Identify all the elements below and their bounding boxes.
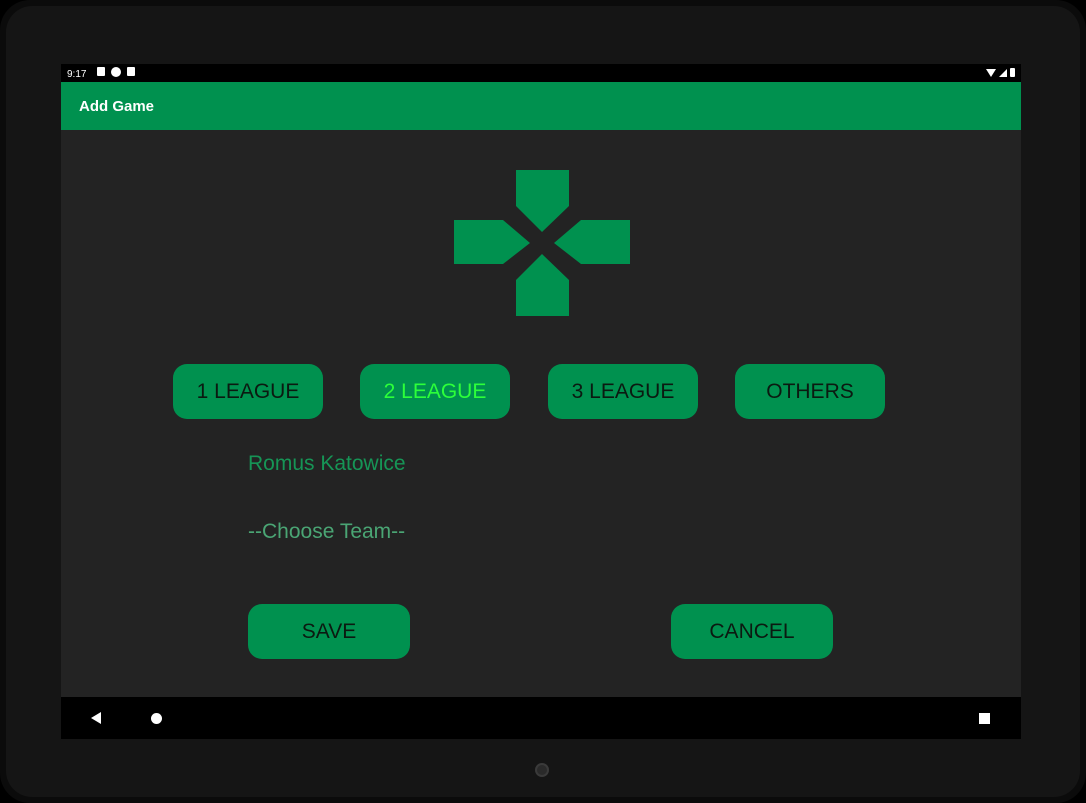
- league-2-button[interactable]: 2 LEAGUE: [360, 364, 510, 419]
- page-title: Add Game: [79, 98, 155, 115]
- back-icon[interactable]: [91, 712, 101, 724]
- others-button[interactable]: OTHERS: [735, 364, 885, 419]
- league-1-button[interactable]: 1 LEAGUE: [173, 364, 323, 419]
- signal-icon: [999, 68, 1007, 77]
- device-button: [535, 763, 549, 777]
- home-icon[interactable]: [151, 713, 162, 724]
- home-team-spinner[interactable]: Romus Katowice: [248, 452, 406, 476]
- app-bar: Add Game: [61, 82, 1021, 130]
- recents-icon[interactable]: [979, 713, 990, 724]
- navigation-bar: [61, 697, 1021, 739]
- save-button[interactable]: SAVE: [248, 604, 410, 659]
- sd-card-icon: [127, 67, 135, 76]
- status-right-icons: [986, 68, 1015, 77]
- screen: 9:17 Add Game 1 LEAGUE 2 LEAGUE 3 LEAGUE…: [61, 64, 1021, 739]
- tablet-frame: 9:17 Add Game 1 LEAGUE 2 LEAGUE 3 LEAGUE…: [0, 0, 1086, 803]
- notification-p-icon: [111, 67, 121, 77]
- gamepad-dpad-icon: [454, 170, 630, 316]
- status-left-icons: [97, 67, 135, 77]
- status-time: 9:17: [67, 69, 87, 80]
- battery-icon: [1010, 68, 1015, 77]
- league-3-button[interactable]: 3 LEAGUE: [548, 364, 698, 419]
- away-team-spinner[interactable]: --Choose Team--: [248, 520, 405, 544]
- wifi-icon: [986, 68, 996, 77]
- notification-a-icon: [97, 67, 105, 76]
- cancel-button[interactable]: CANCEL: [671, 604, 833, 659]
- status-bar: 9:17: [61, 64, 1021, 82]
- add-game-form: 1 LEAGUE 2 LEAGUE 3 LEAGUE OTHERS Romus …: [61, 130, 1021, 697]
